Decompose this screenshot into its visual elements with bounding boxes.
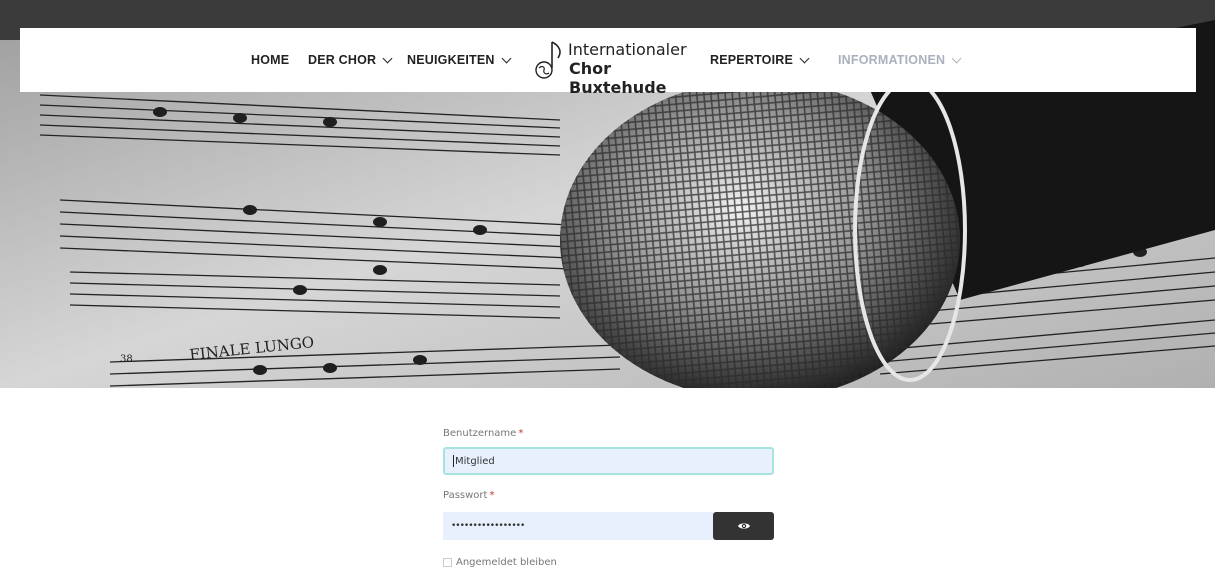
site-logo[interactable]: Internationaler Chor Buxtehude — [533, 38, 708, 97]
nav-label: NEUIGKEITEN — [407, 53, 495, 67]
nav-item-home[interactable]: HOME — [251, 28, 289, 92]
username-value: Mitglied — [455, 455, 495, 467]
logo-text-line1: Internationaler — [568, 40, 687, 59]
music-note-globe-icon — [535, 41, 561, 79]
main-navigation: HOME DER CHOR NEUIGKEITEN Internationale… — [20, 28, 1196, 97]
chevron-down-icon — [951, 53, 962, 63]
username-input[interactable]: Mitglied — [443, 447, 774, 475]
remember-me-checkbox[interactable] — [443, 558, 452, 567]
password-value: ••••••••••••••••• — [451, 521, 525, 531]
remember-me-row[interactable]: Angemeldet bleiben — [443, 557, 557, 568]
nav-label: HOME — [251, 53, 290, 67]
logo-text-line2: Chor Buxtehude — [569, 59, 667, 97]
username-label: Benutzername * — [443, 428, 524, 439]
password-input[interactable]: ••••••••••••••••• — [443, 512, 713, 540]
nav-item-informationen[interactable]: INFORMATIONEN — [838, 28, 962, 92]
nav-label: DER CHOR — [308, 53, 377, 67]
eye-icon — [737, 523, 750, 529]
nav-label: REPERTOIRE — [710, 53, 794, 67]
chevron-down-icon — [382, 53, 393, 63]
nav-item-repertoire[interactable]: REPERTOIRE — [710, 28, 810, 92]
remember-me-label: Angemeldet bleiben — [456, 557, 557, 568]
password-label: Passwort * — [443, 490, 495, 501]
nav-item-der-chor[interactable]: DER CHOR — [308, 28, 393, 92]
nav-label: INFORMATIONEN — [838, 53, 946, 67]
chevron-down-icon — [501, 53, 512, 63]
nav-item-neuigkeiten[interactable]: NEUIGKEITEN — [407, 28, 512, 92]
text-caret — [453, 455, 454, 467]
chevron-down-icon — [799, 53, 810, 63]
show-password-button[interactable] — [713, 512, 774, 540]
measure-number: 38 — [120, 354, 133, 365]
